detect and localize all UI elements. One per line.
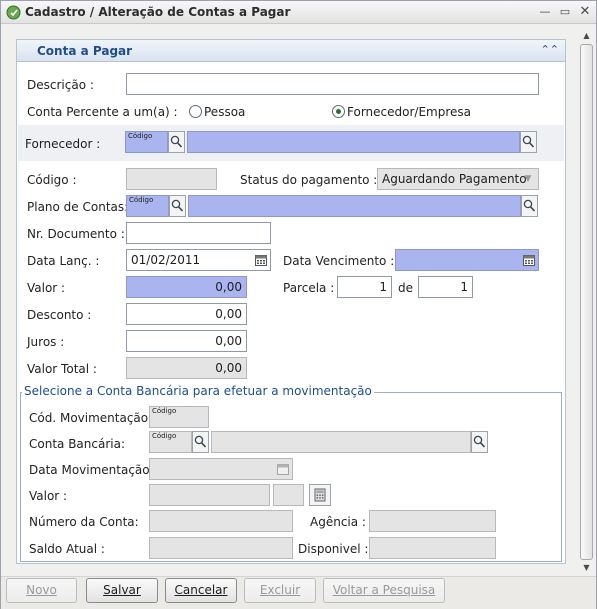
search-icon [171,199,184,212]
search-icon [170,135,183,148]
data-venc-label: Data Vencimento : [283,254,395,268]
conta-bancaria-search-button[interactable] [192,431,209,453]
cancelar-button[interactable]: Cancelar [165,578,237,603]
search-icon [522,135,535,148]
juros-input[interactable]: 0,00 [126,330,247,352]
codigo-tag: Código [128,132,153,140]
codigo-tag: Código [129,196,154,204]
conta-bancaria-nome-input [211,431,471,453]
valor-label: Valor : [27,281,66,295]
parcela-input[interactable]: 1 [337,276,392,298]
panel-title: Conta a Pagar [37,44,133,58]
desconto-input[interactable]: 0,00 [126,303,247,325]
radio-fornecedor[interactable] [332,105,345,118]
window: Cadastro / Alteração de Contas a Pagar —… [0,0,597,609]
numero-conta-label: Número da Conta: [29,515,139,529]
radio-pessoa[interactable] [189,105,202,118]
chevron-down-icon: ▼ [524,174,532,184]
status-label: Status do pagamento : [240,173,378,187]
excluir-button[interactable]: Excluir [244,578,316,603]
calculator-button[interactable] [309,484,331,506]
calendar-icon[interactable] [255,254,267,266]
bank-valor-input [149,484,270,506]
maximize-icon[interactable]: ▭ [558,5,572,19]
fornecedor-search-button[interactable] [168,131,185,153]
radio-fornecedor-label: Fornecedor/Empresa [347,105,471,119]
agencia-label: Agência : [310,515,366,529]
saldo-input [149,537,293,559]
data-venc-input[interactable] [395,249,539,271]
conta-bancaria-nome-search-button[interactable] [471,431,488,453]
calendar-icon [277,464,289,475]
salvar-button[interactable]: Salvar [86,578,158,603]
plano-search-button[interactable] [169,195,186,217]
parcela-total-input[interactable]: 1 [418,276,473,298]
radio-pessoa-label: Pessoa [204,105,246,119]
desconto-label: Desconto : [27,308,92,322]
codigo-tag: Código [152,432,177,440]
collapse-icon[interactable]: ⌃⌃ [541,43,559,56]
scroll-thumb[interactable] [580,44,593,560]
plano-nome-input[interactable] [188,195,521,217]
bank-valor-extra-input [273,484,304,506]
parcela-label: Parcela : [283,281,335,295]
agencia-input [369,510,496,532]
status-select: Aguardando Pagamento ▼ [377,168,539,190]
numero-conta-input [149,510,293,532]
bank-valor-label: Valor : [29,489,68,503]
app-icon [6,5,21,20]
search-icon [523,199,536,212]
panel-header[interactable]: Conta a Pagar ⌃⌃ [17,40,565,62]
nr-documento-input[interactable] [126,222,271,244]
conta-percente-label: Conta Percente a um(a) : [27,105,178,119]
valor-total-input: 0,00 [126,357,247,379]
conta-a-pagar-panel: Conta a Pagar ⌃⌃ Descrição : Conta Perce… [16,39,566,564]
plano-codigo-input[interactable]: Código [126,195,169,217]
data-lanc-value: 01/02/2011 [131,253,201,267]
conta-bancaria-legend: Selecione a Conta Bancária para efetuar … [22,384,374,398]
juros-label: Juros : [27,335,65,349]
nr-documento-label: Nr. Documento : [27,227,125,241]
fornecedor-nome-input[interactable] [187,131,520,153]
search-icon [473,435,486,448]
codigo-label: Código : [27,173,77,187]
novo-button[interactable]: Novo [6,578,77,603]
search-icon [194,435,207,448]
status-value: Aguardando Pagamento [382,172,527,186]
codigo-tag: Código [152,407,177,415]
voltar-pesquisa-button[interactable]: Voltar a Pesquisa [323,578,445,603]
calendar-icon[interactable] [523,254,535,266]
window-title: Cadastro / Alteração de Contas a Pagar [25,5,291,19]
fornecedor-nome-search-button[interactable] [520,131,537,153]
disponivel-input [369,537,496,559]
cod-mov-input: Código [149,406,209,428]
fornecedor-label: Fornecedor : [25,137,101,151]
title-bar: Cadastro / Alteração de Contas a Pagar —… [1,1,596,24]
data-mov-input [149,458,293,480]
conta-bancaria-codigo-input: Código [149,431,192,453]
vertical-scrollbar[interactable]: ▲ ▼ [578,29,595,576]
data-lanc-input[interactable]: 01/02/2011 [126,249,271,271]
data-lanc-label: Data Lanç. : [27,254,100,268]
close-icon[interactable]: ✕ [578,5,592,19]
disponivel-label: Disponivel : [298,542,369,556]
valor-total-label: Valor Total : [27,362,97,376]
valor-input[interactable]: 0,00 [126,276,247,298]
saldo-label: Saldo Atual : [29,542,105,556]
plano-label: Plano de Contas: [27,200,129,214]
plano-nome-search-button[interactable] [521,195,538,217]
scroll-up-icon[interactable]: ▲ [578,29,595,43]
calculator-icon [314,488,326,502]
data-mov-label: Data Movimentação: [29,463,154,477]
minimize-icon[interactable]: — [538,5,552,19]
descricao-label: Descrição : [27,78,94,92]
fornecedor-codigo-input[interactable]: Código [125,131,168,153]
codigo-input [126,168,217,190]
descricao-input[interactable] [126,73,539,95]
cod-mov-label: Cód. Movimentação: [29,411,153,425]
scroll-down-icon[interactable]: ▼ [578,561,595,575]
de-label: de [398,281,413,295]
conta-bancaria-label: Conta Bancária: [29,437,126,451]
